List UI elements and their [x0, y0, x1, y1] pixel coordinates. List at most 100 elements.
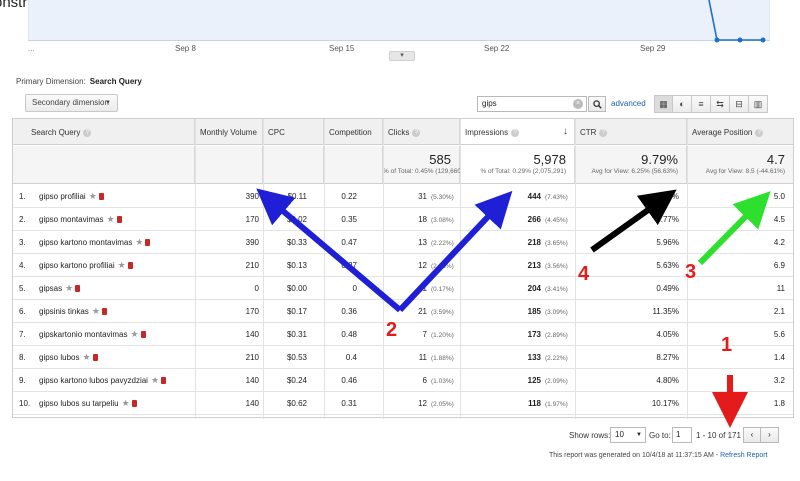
query-link[interactable]: gipsinis tinkas — [39, 307, 89, 316]
table-row[interactable]: 7. gipskartonio montavimas ★ 140 $0.31 0.48 7 (… — [13, 323, 793, 346]
term-cloud-view-icon[interactable]: ⊟ — [730, 95, 749, 113]
pie-view-icon[interactable]: ◐ — [673, 95, 692, 113]
row-index: 6. — [19, 307, 26, 316]
query-link[interactable]: gipso montavimas — [39, 215, 103, 224]
totals-value: 5,978 — [533, 152, 566, 167]
query-link[interactable]: gipso lubos — [39, 353, 79, 362]
column-header-position[interactable]: Average Position? — [687, 119, 793, 145]
table-row[interactable]: 4. gipso kartono profiliai ★ 210 $0.13 0.27 12… — [13, 254, 793, 277]
star-icon[interactable]: ★ — [65, 283, 73, 293]
help-icon[interactable]: ? — [412, 128, 421, 137]
search-button[interactable] — [588, 96, 606, 112]
star-icon[interactable]: ★ — [89, 191, 97, 201]
star-icon[interactable]: ★ — [151, 375, 159, 385]
star-icon[interactable]: ★ — [118, 260, 126, 270]
star-icon[interactable]: ★ — [135, 237, 143, 247]
table-row[interactable]: 8. gipso lubos ★ 210 $0.53 0.4 11 (1.88%) 133 (2.… — [13, 346, 793, 369]
database-icon[interactable] — [140, 331, 146, 339]
prev-page-button[interactable]: ‹ — [743, 427, 761, 443]
comparison-view-icon[interactable]: ⇆ — [711, 95, 730, 113]
table-row[interactable]: 1. gipso profiliai ★ 390 $0.11 0.22 31 (5.30%) 4… — [13, 185, 793, 208]
next-page-button[interactable]: › — [761, 427, 779, 443]
chevron-down-icon: ▼ — [105, 100, 111, 106]
help-icon[interactable]: ? — [83, 128, 92, 137]
database-icon[interactable] — [98, 193, 104, 201]
pivot-view-icon[interactable]: ▥ — [749, 95, 768, 113]
help-icon[interactable]: ? — [755, 128, 764, 137]
position-cell: 5.6 — [773, 330, 785, 339]
impressions-cell: 213 (3.56%) — [460, 254, 573, 277]
impressions-cell: 133 (2.22%) — [460, 346, 573, 369]
volume-cell: 140 — [245, 330, 259, 339]
query-link[interactable]: gipso kartono profiliai — [39, 261, 115, 270]
totals-ctr: 9.79% Avg for View: 6.25% (56.63%) — [575, 146, 687, 184]
totals-value: 4.7 — [766, 152, 785, 167]
query-link[interactable]: gipso lubos su tarpeliu — [39, 399, 119, 408]
data-table: Search Query? Monthly Volume CPC Competi… — [12, 118, 794, 419]
annotation-number: 3 — [685, 261, 697, 283]
query-cell: gipso lubos su tarpeliu ★ — [39, 392, 189, 415]
star-icon[interactable]: ★ — [92, 306, 100, 316]
database-icon[interactable] — [145, 239, 151, 247]
query-cell: gipso kartono montavimas ★ — [39, 231, 189, 254]
performance-view-icon[interactable]: ≡ — [692, 95, 711, 113]
query-cell: gipsinis tinkas ★ — [39, 300, 189, 323]
database-icon[interactable] — [161, 377, 167, 385]
secondary-dimension-button[interactable]: Secondary dimension ▼ — [25, 94, 118, 112]
row-index: 9. — [19, 376, 26, 385]
star-icon[interactable]: ★ — [122, 398, 130, 408]
help-icon[interactable]: ? — [599, 128, 608, 137]
impressions-value: 444 — [527, 192, 541, 201]
ctr-cell: 11.35% — [652, 307, 679, 316]
database-icon[interactable] — [116, 216, 122, 224]
goto-page-input[interactable]: 1 — [672, 427, 692, 443]
chart-collapse-handle[interactable]: ▾ — [389, 51, 415, 61]
query-link[interactable]: gipso profiliai — [39, 192, 86, 201]
clear-icon[interactable]: × — [573, 99, 583, 109]
column-divider — [383, 119, 384, 419]
star-icon[interactable]: ★ — [106, 214, 114, 224]
impressions-value: 204 — [527, 284, 541, 293]
column-header-query[interactable]: Search Query? — [13, 119, 195, 145]
star-icon[interactable]: ★ — [82, 352, 90, 362]
table-view-icon[interactable]: ▦ — [654, 95, 673, 113]
database-icon[interactable] — [131, 400, 137, 408]
table-row[interactable]: 10. gipso lubos su tarpeliu ★ 140 $0.62 0.31 1… — [13, 392, 793, 415]
table-row[interactable]: 2. gipso montavimas ★ 170 $0.02 0.35 18 (3.08%)… — [13, 208, 793, 231]
star-icon[interactable]: ★ — [130, 329, 138, 339]
column-header-clicks[interactable]: Clicks? — [383, 119, 460, 145]
column-header-cpc[interactable]: CPC — [263, 119, 324, 145]
query-link[interactable]: gipsas — [39, 284, 62, 293]
table-row[interactable]: 5. gipsas ★ 0 $0.00 0 1 (0.17%) 204 (3.41%) 0.49% 1… — [13, 277, 793, 300]
advanced-filter-link[interactable]: advanced — [611, 99, 646, 108]
totals-value: 9.79% — [641, 152, 678, 167]
database-icon[interactable] — [127, 262, 133, 270]
rows-per-page-select[interactable]: 10 ▼ — [610, 427, 646, 443]
query-link[interactable]: gipso kartono montavimas — [39, 238, 132, 247]
query-link[interactable]: gipskartonio montavimas — [39, 330, 127, 339]
clicks-cell: 6 (1.03%) — [383, 369, 459, 392]
position-cell: 6.9 — [773, 261, 785, 270]
refresh-report-link[interactable]: Refresh Report — [720, 452, 767, 459]
chart-line — [708, 0, 763, 41]
database-icon[interactable] — [75, 285, 81, 293]
column-header-ctr[interactable]: CTR? — [575, 119, 687, 145]
annotation-number: 2 — [386, 319, 398, 341]
cpc-cell: $0.33 — [286, 238, 307, 247]
column-header-volume[interactable]: Monthly Volume — [195, 119, 263, 145]
pagination-range: 1 - 10 of 171 — [696, 431, 741, 440]
database-icon[interactable] — [92, 354, 98, 362]
table-row[interactable]: 6. gipsinis tinkas ★ 170 $0.17 0.36 21 (3.59%) 1… — [13, 300, 793, 323]
database-icon[interactable] — [101, 308, 107, 316]
column-header-impressions[interactable]: Impressions? ↓ — [460, 119, 575, 145]
query-link[interactable]: gipso kartono lubos pavyzdziai — [39, 376, 148, 385]
help-icon[interactable]: ? — [511, 128, 520, 137]
competition-cell: 0.35 — [341, 215, 357, 224]
totals-clicks: 585% of Total: 0.45% (129,660) — [383, 146, 463, 184]
table-row[interactable]: 3. gipso kartono montavimas ★ 390 $0.33 0.47 1… — [13, 231, 793, 254]
column-header-competition[interactable]: Competition — [324, 119, 383, 145]
primary-dimension-value[interactable]: Search Query — [90, 77, 142, 86]
table-row[interactable]: 9. gipso kartono lubos pavyzdziai ★ 140 $0.2… — [13, 369, 793, 392]
search-input[interactable]: gips × — [477, 96, 587, 112]
totals-cell-empty — [13, 146, 195, 184]
